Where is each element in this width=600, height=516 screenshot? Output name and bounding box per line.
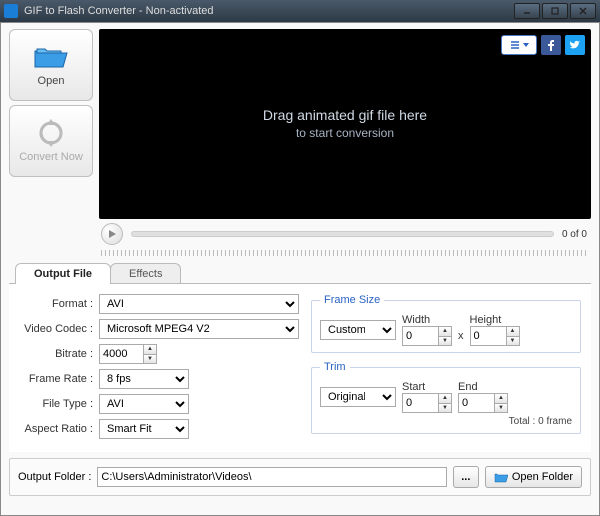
maximize-button[interactable] <box>542 3 568 19</box>
view-mode-button[interactable] <box>501 35 537 55</box>
close-button[interactable] <box>570 3 596 19</box>
chevron-down-icon <box>523 42 529 48</box>
minimize-button[interactable] <box>514 3 540 19</box>
open-folder-icon <box>33 43 69 71</box>
twitter-icon <box>569 39 581 51</box>
twitter-button[interactable] <box>565 35 585 55</box>
codec-label: Video Codec : <box>19 323 99 335</box>
convert-button[interactable]: Convert Now <box>9 105 93 177</box>
convert-icon <box>33 119 69 147</box>
codec-select[interactable]: Microsoft MPEG4 V2 <box>99 319 299 339</box>
framerate-label: Frame Rate : <box>19 373 99 385</box>
width-label: Width <box>402 314 452 326</box>
timeline-ticks <box>101 250 587 256</box>
output-folder-label: Output Folder : <box>18 471 91 483</box>
settings-panel: Format : AVI Video Codec : Microsoft MPE… <box>9 284 591 452</box>
height-input[interactable] <box>470 326 506 346</box>
format-label: Format : <box>19 298 99 310</box>
tab-output-file[interactable]: Output File <box>15 263 111 284</box>
open-folder-button[interactable]: Open Folder <box>485 466 582 488</box>
browse-button[interactable]: ... <box>453 466 479 488</box>
format-select[interactable]: AVI <box>99 294 299 314</box>
tab-effects[interactable]: Effects <box>110 263 181 284</box>
preview-line2: to start conversion <box>263 125 427 142</box>
open-label: Open <box>38 75 65 87</box>
trim-total: Total : 0 frame <box>320 416 572 427</box>
start-input[interactable] <box>402 393 438 413</box>
open-button[interactable]: Open <box>9 29 93 101</box>
window-title: GIF to Flash Converter - Non-activated <box>24 5 214 17</box>
width-input[interactable] <box>402 326 438 346</box>
width-stepper[interactable]: ▲▼ <box>402 326 452 346</box>
framesize-mode-select[interactable]: Custom <box>320 320 396 340</box>
app-icon <box>4 4 18 18</box>
preview-line1: Drag animated gif file here <box>263 106 427 126</box>
filetype-select[interactable]: AVI <box>99 394 189 414</box>
list-icon <box>509 39 521 51</box>
start-stepper[interactable]: ▲▼ <box>402 393 452 413</box>
trim-mode-select[interactable]: Original <box>320 387 396 407</box>
height-label: Height <box>470 314 520 326</box>
bitrate-stepper[interactable]: ▲▼ <box>99 344 157 364</box>
facebook-icon <box>545 39 557 51</box>
aspect-select[interactable]: Smart Fit <box>99 419 189 439</box>
play-button[interactable] <box>101 223 123 245</box>
convert-label: Convert Now <box>19 151 83 163</box>
folder-icon <box>494 471 508 483</box>
end-label: End <box>458 381 508 393</box>
play-icon <box>107 229 117 239</box>
frame-counter: 0 of 0 <box>562 229 587 240</box>
framesize-group: Frame Size Custom Width ▲▼ x Height ▲▼ <box>311 294 581 353</box>
bitrate-down[interactable]: ▼ <box>143 354 157 365</box>
end-input[interactable] <box>458 393 494 413</box>
framerate-select[interactable]: 8 fps <box>99 369 189 389</box>
preview-area[interactable]: Drag animated gif file here to start con… <box>99 29 591 219</box>
aspect-label: Aspect Ratio : <box>19 423 99 435</box>
timeline-slider[interactable] <box>131 231 554 237</box>
open-folder-label: Open Folder <box>512 471 573 483</box>
bitrate-label: Bitrate : <box>19 348 99 360</box>
output-folder-input[interactable] <box>97 467 446 487</box>
trim-legend: Trim <box>320 361 350 373</box>
height-stepper[interactable]: ▲▼ <box>470 326 520 346</box>
end-stepper[interactable]: ▲▼ <box>458 393 508 413</box>
bitrate-input[interactable] <box>99 344 143 364</box>
bitrate-up[interactable]: ▲ <box>143 344 157 354</box>
trim-group: Trim Original Start ▲▼ End ▲▼ Total : 0 … <box>311 361 581 434</box>
framesize-legend: Frame Size <box>320 294 384 306</box>
filetype-label: File Type : <box>19 398 99 410</box>
preview-placeholder: Drag animated gif file here to start con… <box>263 106 427 142</box>
start-label: Start <box>402 381 452 393</box>
cross-label: x <box>458 330 464 346</box>
facebook-button[interactable] <box>541 35 561 55</box>
titlebar: GIF to Flash Converter - Non-activated <box>0 0 600 22</box>
